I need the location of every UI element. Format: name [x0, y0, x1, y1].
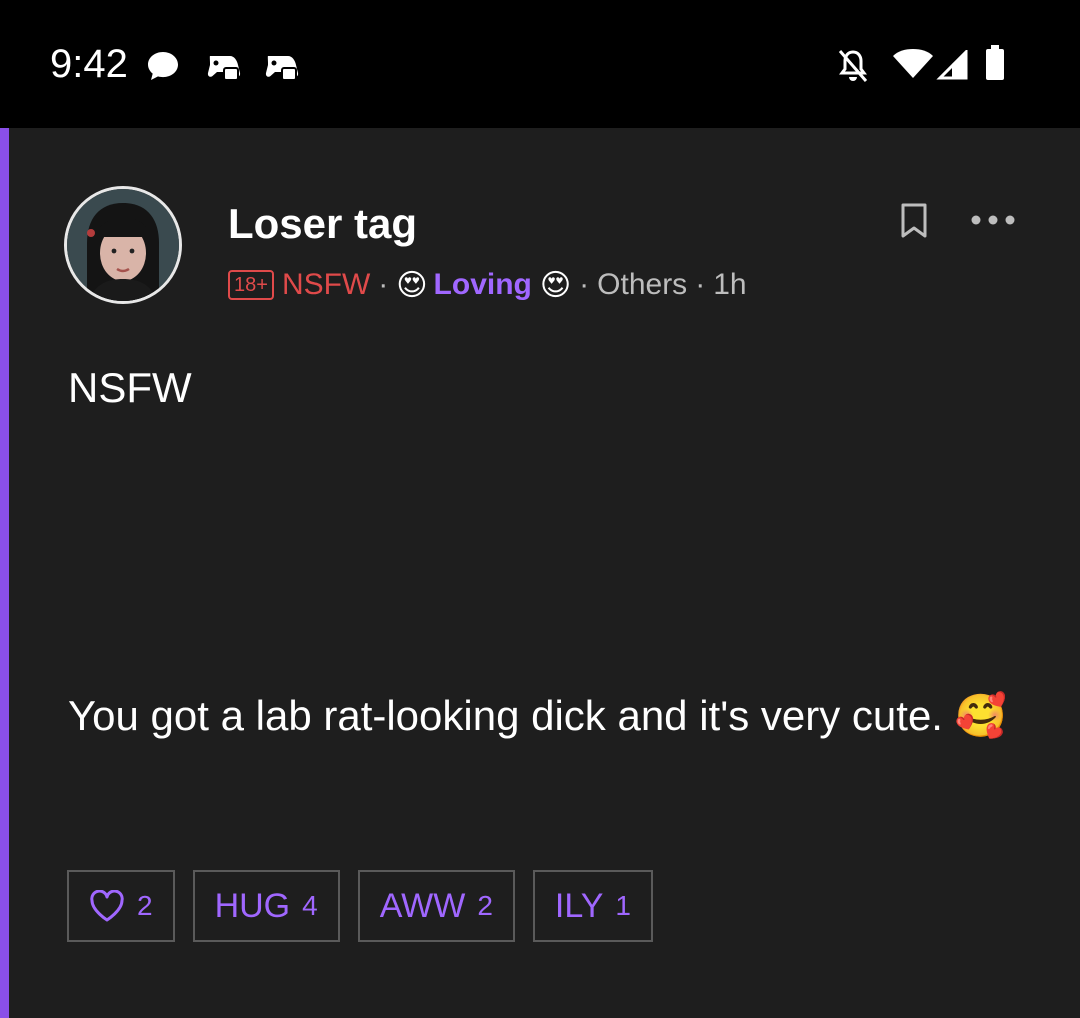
post-body: You got a lab rat-looking dick and it's …: [68, 692, 1007, 739]
hug-count: 4: [302, 890, 318, 921]
bookmark-icon[interactable]: [900, 203, 928, 239]
time-ago: 1h: [713, 268, 747, 301]
separator: ·: [579, 268, 590, 301]
aww-count: 2: [477, 890, 493, 921]
heart-eyes-emoji-icon: 😍: [396, 268, 428, 302]
ily-label: ILY: [554, 886, 604, 925]
post-card[interactable]: Loser tag 18+ NSFW · 😍 Loving 😍 · Others…: [0, 128, 1080, 1018]
like-button[interactable]: 2: [67, 870, 175, 942]
status-bar: 9:42: [0, 0, 1080, 128]
category-label[interactable]: Others: [597, 268, 687, 302]
more-options-icon[interactable]: [970, 214, 1016, 226]
separator: ·: [695, 268, 706, 301]
mood-label[interactable]: Loving: [434, 268, 532, 302]
signal-icon: [936, 50, 968, 80]
avatar-image: [67, 189, 179, 301]
age-badge: 18+: [228, 270, 274, 300]
aww-button[interactable]: AWW 2: [357, 870, 515, 942]
wifi-icon: [893, 49, 933, 78]
hug-button[interactable]: HUG 4: [192, 870, 340, 942]
gamepad-notification-icon: [207, 56, 241, 81]
post-title[interactable]: Loser tag: [228, 200, 417, 248]
reaction-bar: 2 HUG 4 AWW 2 ILY 1: [67, 870, 653, 942]
like-count: 2: [137, 890, 153, 921]
heart-outline-icon: [90, 890, 124, 922]
chat-bubble-icon: [148, 52, 178, 80]
post-heading: NSFW: [68, 364, 192, 411]
bell-off-icon: [838, 50, 868, 82]
post-meta: 18+ NSFW · 😍 Loving 😍 · Others · 1h: [228, 265, 747, 305]
nsfw-tag: NSFW: [281, 268, 371, 301]
hug-label: HUG: [214, 886, 291, 925]
separator: ·: [378, 268, 389, 301]
avatar[interactable]: [64, 186, 182, 304]
accent-bar: [0, 128, 9, 1018]
battery-icon: [986, 45, 1004, 80]
aww-label: AWW: [379, 886, 466, 925]
gamepad-notification-icon: [265, 56, 299, 81]
ily-count: 1: [615, 890, 631, 921]
status-time: 9:42: [50, 42, 128, 86]
ily-button[interactable]: ILY 1: [532, 870, 653, 942]
heart-eyes-emoji-icon: 😍: [539, 268, 572, 302]
